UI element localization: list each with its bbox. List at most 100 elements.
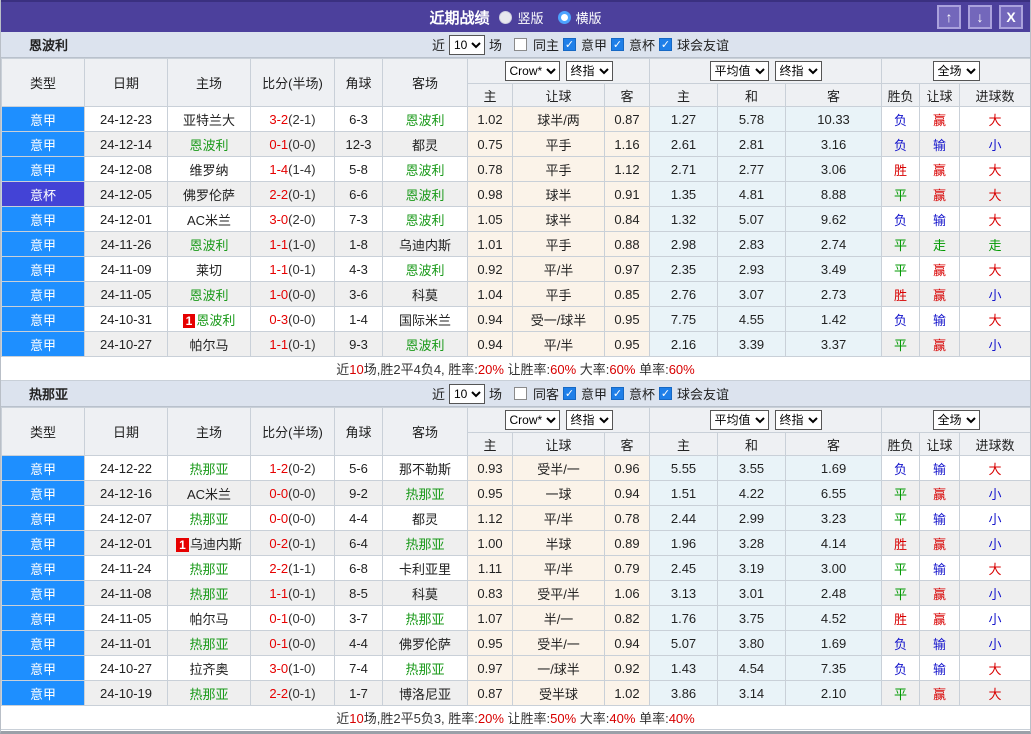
- odds-source-select[interactable]: 终指: [565, 61, 613, 81]
- checked-checkbox-icon[interactable]: ✓: [563, 387, 576, 400]
- home-team-cell: 拉齐奥: [167, 655, 251, 681]
- radio-horizontal-layout[interactable]: 横版: [557, 8, 602, 27]
- full-time-score: 1-0: [269, 286, 289, 302]
- average-odds-cell: 2.99: [717, 505, 787, 531]
- result-cell: 赢: [919, 580, 961, 606]
- match-row: 意甲 24-11-24 热那亚 2-2(1-1) 6-8 卡利亚里 1.11 平/半 0.79 2…: [1, 555, 1030, 581]
- summary-text: 10: [349, 362, 364, 377]
- handicap-odds-cell: 平手: [512, 231, 605, 257]
- away-team-cell: 热那亚: [382, 655, 468, 681]
- full-time-score: 1-2: [269, 460, 289, 476]
- handicap-odds-cell: 0.98: [467, 181, 513, 207]
- away-team-cell: 博洛尼亚: [382, 680, 468, 706]
- checked-checkbox-icon[interactable]: ✓: [611, 387, 625, 400]
- away-team-name: 热那亚: [405, 661, 445, 677]
- result-cell: 大: [959, 156, 1030, 182]
- match-count-select[interactable]: 10: [448, 383, 485, 404]
- league-cell: 意甲: [1, 555, 85, 581]
- score-cell: 1-4(1-4): [250, 156, 335, 182]
- near-label: 近: [431, 387, 445, 402]
- titlebar-center: 近期战绩 竖版 横版: [1, 7, 1030, 28]
- odds-source-select[interactable]: 全场: [932, 410, 980, 430]
- average-odds-cell: 2.16: [649, 331, 719, 357]
- unchecked-checkbox-icon[interactable]: [513, 387, 527, 400]
- handicap-odds-cell: 平/半: [512, 256, 605, 282]
- match-row: 意甲 24-12-14 恩波利 0-1(0-0) 12-3 都灵 0.75 平手 1.16 2.6…: [1, 131, 1030, 157]
- half-time-score: (0-0): [288, 136, 316, 152]
- average-odds-cell: 1.42: [785, 306, 883, 332]
- corners-cell: 9-2: [334, 480, 383, 506]
- average-odds-cell: 2.71: [649, 156, 719, 182]
- result-cell: 小: [959, 505, 1030, 531]
- corners-cell: 5-6: [334, 455, 383, 481]
- radio-button-icon[interactable]: [557, 10, 571, 24]
- handicap-odds-cell: 1.02: [467, 106, 513, 132]
- average-odds-cell: 1.96: [649, 530, 719, 556]
- full-time-score: 2-2: [269, 186, 289, 202]
- home-team-cell: 热那亚: [167, 580, 251, 606]
- away-team-name: 恩波利: [405, 212, 445, 228]
- home-team-name: 乌迪内斯: [189, 536, 242, 552]
- match-row: 意甲 24-10-31 1 恩波利 0-3(0-0) 1-4 国际米兰 0.94 受一/球半 0.…: [1, 306, 1030, 332]
- average-odds-cell: 3.39: [717, 331, 787, 357]
- close-button[interactable]: X: [999, 5, 1023, 29]
- column-header: 主场: [167, 58, 251, 107]
- score-cell: 1-1(1-0): [250, 231, 335, 257]
- handicap-odds-cell: 0.94: [603, 480, 651, 506]
- radio-vertical-layout[interactable]: 竖版: [499, 8, 544, 27]
- half-time-score: (2-0): [288, 211, 316, 227]
- radio-button-icon[interactable]: [499, 10, 513, 24]
- odds-source-select[interactable]: 平均值: [709, 410, 769, 430]
- away-team-name: 热那亚: [405, 486, 445, 502]
- average-odds-cell: 3.01: [717, 580, 787, 606]
- average-odds-cell: 2.83: [717, 231, 787, 257]
- match-count-select[interactable]: 10: [448, 34, 485, 55]
- average-odds-cell: 4.81: [717, 181, 787, 207]
- odds-source-select[interactable]: 全场: [932, 61, 980, 81]
- section-summary: 近10场,胜2平5负3, 胜率:20% 让胜率:50% 大率:40% 单率:40…: [1, 706, 1030, 730]
- score-cell: 0-1(0-0): [250, 630, 335, 656]
- checked-checkbox-icon[interactable]: ✓: [659, 387, 673, 400]
- average-odds-cell: 3.13: [649, 580, 719, 606]
- score-cell: 1-2(0-2): [250, 455, 335, 481]
- odds-source-select[interactable]: Crow*: [504, 410, 560, 430]
- half-time-score: (0-0): [288, 510, 316, 526]
- full-time-score: 0-1: [269, 635, 289, 651]
- result-cell: 负: [881, 306, 921, 332]
- checked-checkbox-icon[interactable]: ✓: [563, 38, 576, 51]
- move-up-button[interactable]: ↑: [937, 5, 961, 29]
- result-cell: 负: [881, 630, 921, 656]
- average-odds-cell: 4.55: [717, 306, 787, 332]
- column-header: 比分(半场): [250, 407, 335, 456]
- checked-checkbox-icon[interactable]: ✓: [611, 38, 625, 51]
- home-team-name: AC米兰: [186, 486, 232, 502]
- checked-checkbox-icon[interactable]: ✓: [659, 38, 673, 51]
- odds-source-select[interactable]: Crow*: [504, 61, 560, 81]
- result-cell: 赢: [919, 181, 961, 207]
- result-cell: 负: [881, 206, 921, 232]
- checkbox-label: 同客: [532, 387, 559, 402]
- league-cell: 意甲: [1, 131, 85, 157]
- unchecked-checkbox-icon[interactable]: [513, 38, 527, 51]
- away-team-name: 恩波利: [405, 262, 445, 278]
- odds-source-select[interactable]: 终指: [774, 61, 822, 81]
- date-cell: 24-11-24: [84, 555, 168, 581]
- average-odds-cell: 2.98: [649, 231, 719, 257]
- move-down-button[interactable]: ↓: [968, 5, 992, 29]
- column-header: 日期: [84, 58, 168, 107]
- date-cell: 24-12-08: [84, 156, 168, 182]
- odds-source-select[interactable]: 平均值: [709, 61, 769, 81]
- odds-source-select[interactable]: 终指: [565, 410, 613, 430]
- odds-source-select[interactable]: 终指: [774, 410, 822, 430]
- handicap-odds-cell: 0.87: [603, 106, 651, 132]
- average-odds-cell: 3.55: [717, 455, 787, 481]
- half-time-score: (0-2): [288, 460, 316, 476]
- average-odds-cell: 3.86: [649, 680, 719, 706]
- handicap-odds-cell: 0.95: [467, 630, 513, 656]
- date-cell: 24-11-01: [84, 630, 168, 656]
- average-odds-cell: 3.28: [717, 530, 787, 556]
- close-icon: X: [1006, 9, 1016, 25]
- home-team-name: 莱切: [195, 262, 222, 278]
- handicap-odds-cell: 1.04: [467, 281, 513, 307]
- league-cell: 意甲: [1, 630, 85, 656]
